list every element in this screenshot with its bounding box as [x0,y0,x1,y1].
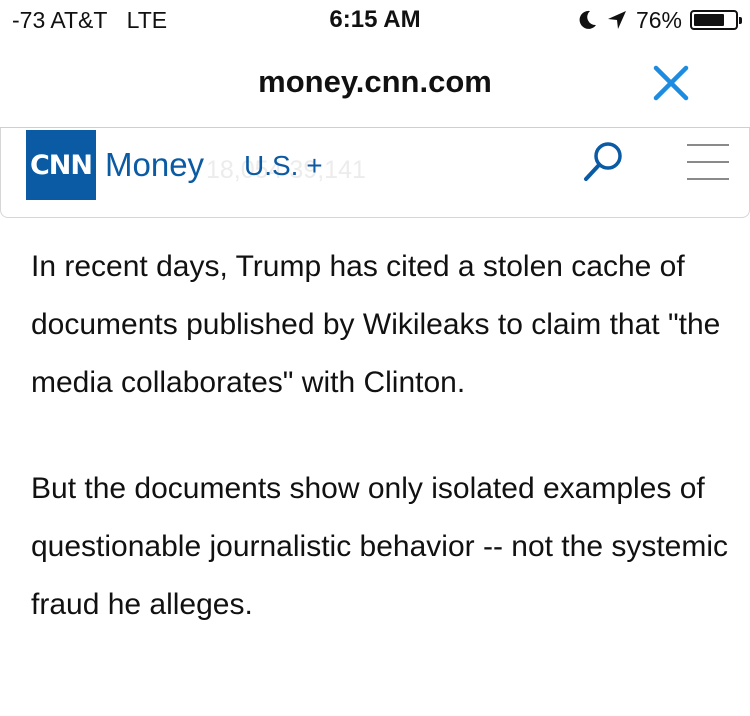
article-paragraph: In recent days, Trump has cited a stolen… [31,250,721,399]
url-domain: money.cnn.com [258,64,492,99]
battery-tip [739,17,742,24]
edition-link[interactable]: U.S. + [244,150,323,182]
article-body: In recent days, Trump has cited a stolen… [31,238,731,682]
battery-percent: 76% [635,6,682,33]
section-label[interactable]: Money [105,146,204,184]
status-indicators: 76% [576,5,742,35]
status-bar: -73 AT&T LTE 6:15 AM 76% [0,0,750,40]
article-paragraph: But the documents show only isolated exa… [31,472,729,621]
location-arrow-icon [607,11,626,29]
search-icon[interactable] [581,139,627,185]
site-header: CNN Money 18,054 39,141 U.S. + [0,128,750,218]
safari-view-url-bar: money.cnn.com [0,40,750,128]
moon-icon [579,10,596,29]
hamburger-menu-icon[interactable] [687,142,729,182]
close-icon[interactable] [648,60,694,106]
cnn-logo[interactable]: CNN [26,130,96,200]
battery-fill [694,14,725,26]
battery-icon [690,10,742,30]
